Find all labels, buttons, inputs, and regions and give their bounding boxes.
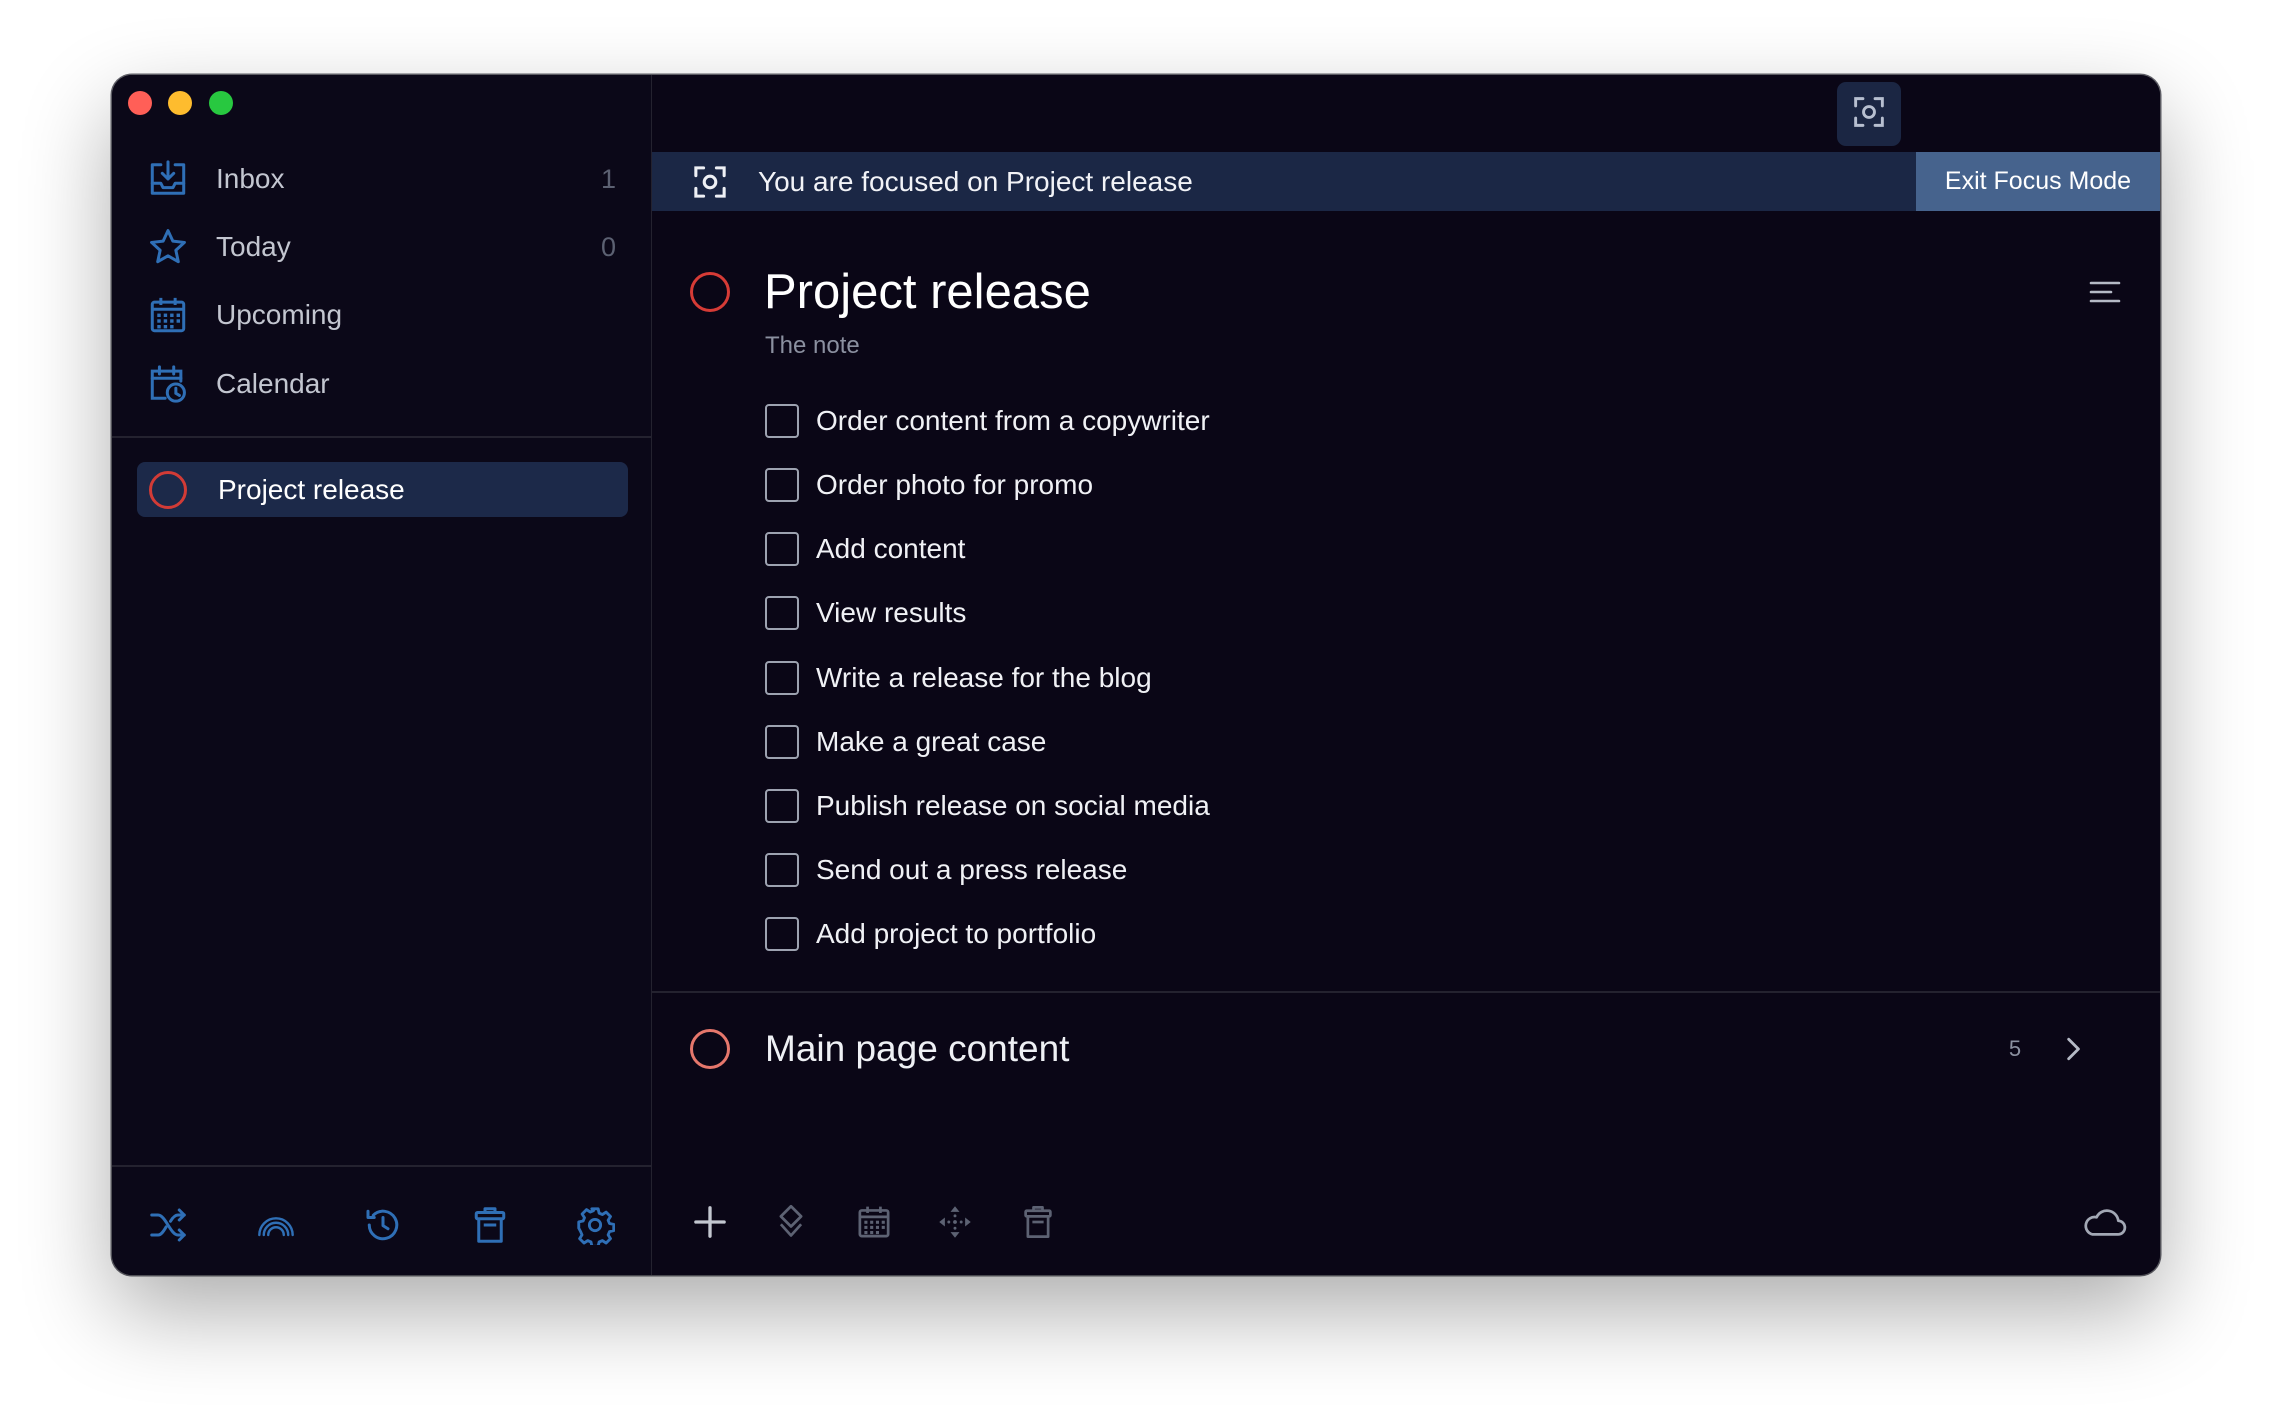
diamond-icon[interactable] [773, 1204, 809, 1240]
sidebar-item-count: 0 [600, 232, 616, 262]
sidebar-item-label: Calendar [216, 368, 330, 399]
project-title[interactable]: Project release [764, 263, 1091, 321]
task-item[interactable]: View results [765, 593, 966, 633]
app-window: Inbox 1 Today 0 Upcoming Calendar Projec… [112, 75, 2160, 1275]
task-checkbox[interactable] [765, 725, 799, 759]
sidebar-footer-divider [112, 1165, 652, 1167]
project-complete-checkbox[interactable] [690, 272, 730, 312]
task-item[interactable]: Order photo for promo [765, 465, 1093, 505]
sidebar-item-upcoming[interactable]: Upcoming [112, 285, 652, 345]
sidebar-divider [112, 436, 652, 438]
sidebar-item-label: Upcoming [216, 299, 343, 330]
shuffle-icon[interactable] [148, 1205, 188, 1245]
task-checkbox[interactable] [765, 917, 799, 951]
task-checkbox[interactable] [765, 789, 799, 823]
focus-mode-button[interactable] [1837, 82, 1901, 146]
task-item[interactable]: Publish release on social media [765, 786, 1210, 826]
focus-banner: You are focused on Project release Exit … [652, 152, 2160, 211]
calendar-grid-icon[interactable] [856, 1204, 892, 1240]
window-close-button[interactable] [127, 91, 152, 115]
menu-icon[interactable] [2089, 280, 2121, 304]
section-title[interactable]: Main page content [765, 1025, 1069, 1073]
task-label[interactable]: Order content from a copywriter [816, 405, 1210, 437]
task-label[interactable]: View results [816, 597, 966, 629]
exit-focus-mode-button[interactable]: Exit Focus Mode [1916, 152, 2160, 211]
chevron-right-icon[interactable] [2064, 1036, 2082, 1062]
circle-outline-icon [149, 470, 187, 509]
sidebar-item-count: 1 [600, 164, 616, 194]
settings-icon[interactable] [575, 1205, 615, 1245]
cloud-icon[interactable] [2081, 1207, 2127, 1239]
task-label[interactable]: Order photo for promo [816, 469, 1093, 501]
star-icon [147, 226, 189, 268]
inbox-icon [147, 158, 189, 200]
window-zoom-button[interactable] [209, 91, 233, 115]
section-task-count: 5 [2008, 1036, 2022, 1061]
task-item[interactable]: Send out a press release [765, 850, 1127, 890]
focus-banner-text: You are focused on Project release [758, 166, 1193, 197]
sidebar-item-calendar[interactable]: Calendar [112, 354, 652, 414]
task-item[interactable]: Make a great case [765, 722, 1046, 762]
task-label[interactable]: Write a release for the blog [816, 662, 1152, 694]
project-note[interactable]: The note [765, 332, 860, 360]
main-panel: You are focused on Project release Exit … [652, 75, 2160, 1275]
calendar-grid-icon [147, 294, 189, 336]
section-divider [652, 991, 2160, 993]
task-checkbox[interactable] [765, 468, 799, 502]
sidebar-project-release[interactable]: Project release [137, 462, 628, 517]
sidebar-project-label: Project release [218, 474, 405, 505]
task-label[interactable]: Add project to portfolio [816, 918, 1096, 950]
task-checkbox[interactable] [765, 853, 799, 887]
task-checkbox[interactable] [765, 596, 799, 630]
trash-icon[interactable] [470, 1205, 510, 1245]
rainbow-icon[interactable] [256, 1205, 296, 1245]
task-label[interactable]: Send out a press release [816, 854, 1127, 886]
focus-icon [1852, 95, 1886, 134]
task-item[interactable]: Add content [765, 529, 965, 569]
task-label[interactable]: Add content [816, 533, 965, 565]
focus-icon [692, 164, 728, 200]
task-checkbox[interactable] [765, 532, 799, 566]
task-label[interactable]: Make a great case [816, 726, 1046, 758]
task-label[interactable]: Publish release on social media [816, 790, 1210, 822]
window-minimize-button[interactable] [168, 91, 192, 115]
section-complete-checkbox[interactable] [690, 1029, 730, 1069]
plus-icon[interactable] [692, 1204, 728, 1240]
calendar-clock-icon [147, 363, 189, 405]
task-checkbox[interactable] [765, 661, 799, 695]
task-checkbox[interactable] [765, 404, 799, 438]
task-item[interactable]: Write a release for the blog [765, 658, 1152, 698]
history-icon[interactable] [363, 1205, 403, 1245]
sidebar-item-label: Inbox [216, 163, 285, 194]
sidebar-item-label: Today [216, 231, 291, 262]
move-icon[interactable] [937, 1204, 973, 1240]
sidebar-item-inbox[interactable]: Inbox 1 [112, 149, 652, 209]
sidebar: Inbox 1 Today 0 Upcoming Calendar Projec… [112, 75, 652, 1275]
task-item[interactable]: Add project to portfolio [765, 914, 1096, 954]
sidebar-item-today[interactable]: Today 0 [112, 217, 652, 277]
trash-icon[interactable] [1020, 1204, 1056, 1240]
task-item[interactable]: Order content from a copywriter [765, 401, 1210, 441]
